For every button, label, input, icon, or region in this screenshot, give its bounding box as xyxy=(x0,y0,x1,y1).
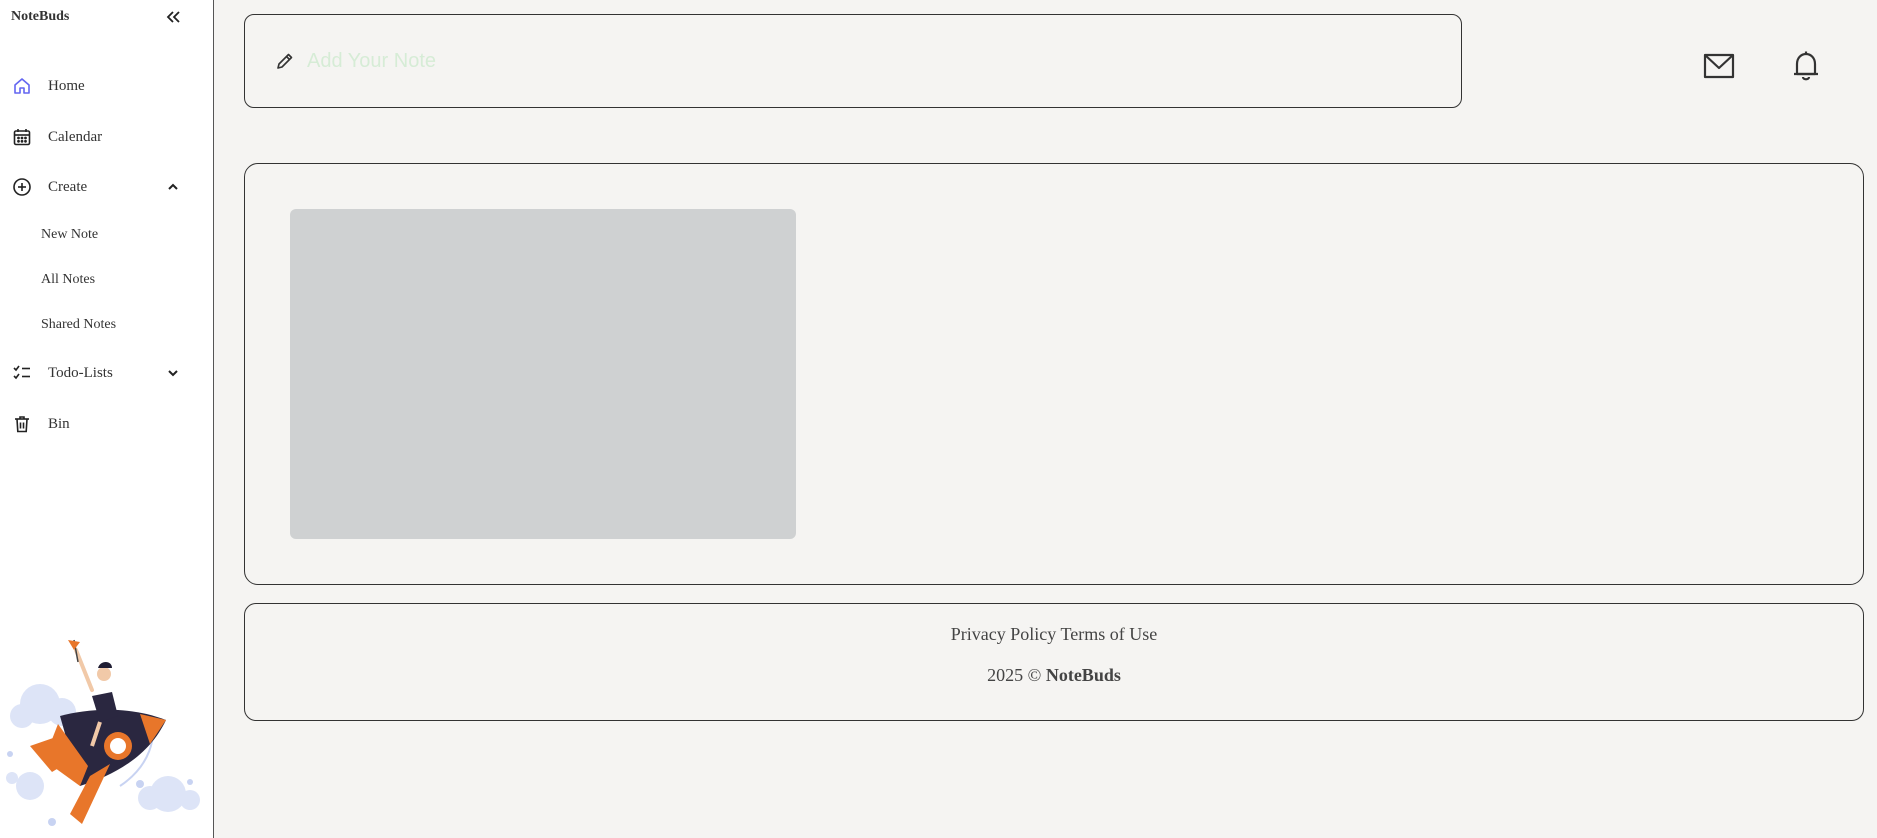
sidebar-item-label: Home xyxy=(48,77,85,94)
trash-icon xyxy=(11,413,33,435)
mail-button[interactable] xyxy=(1701,48,1737,84)
brand-logo[interactable]: NoteBuds xyxy=(11,9,69,25)
notifications-button[interactable] xyxy=(1788,48,1824,84)
footer-links: Privacy Policy Terms of Use xyxy=(245,624,1863,645)
add-note-bar xyxy=(244,14,1462,108)
footer: Privacy Policy Terms of Use 2025 © NoteB… xyxy=(244,603,1864,721)
bell-icon xyxy=(1794,51,1818,81)
sidebar-item-create[interactable]: Create xyxy=(0,169,214,205)
sidebar-item-label: Bin xyxy=(48,415,70,432)
sidebar-item-label: Create xyxy=(48,178,88,195)
collapse-sidebar-button[interactable] xyxy=(162,6,184,28)
double-chevron-left-icon xyxy=(166,11,180,23)
calendar-icon xyxy=(11,126,33,148)
rocket-illustration xyxy=(6,639,200,826)
notes-panel xyxy=(244,163,1864,585)
chevron-down-icon[interactable] xyxy=(163,363,183,383)
note-card-placeholder[interactable] xyxy=(290,209,796,539)
pencil-icon xyxy=(275,51,295,71)
add-note-input[interactable] xyxy=(307,43,1407,79)
sidebar-item-todo-lists[interactable]: Todo-Lists xyxy=(0,355,214,391)
sidebar-item-label: Calendar xyxy=(48,128,103,145)
sidebar-item-bin[interactable]: Bin xyxy=(0,406,214,442)
sidebar-item-home[interactable]: Home xyxy=(0,68,214,104)
sidebar-item-label: Todo-Lists xyxy=(48,364,113,381)
sidebar-subitem-shared-notes[interactable]: Shared Notes xyxy=(41,311,116,339)
copyright: 2025 © NoteBuds xyxy=(245,665,1863,686)
terms-of-use-link[interactable]: Terms of Use xyxy=(1060,624,1157,644)
sidebar: NoteBuds Home Calendar Create New Note A… xyxy=(0,0,214,838)
copyright-year: 2025 © xyxy=(987,665,1042,685)
sidebar-item-calendar[interactable]: Calendar xyxy=(0,119,214,155)
chevron-up-icon[interactable] xyxy=(163,177,183,197)
checklist-icon xyxy=(11,362,33,384)
privacy-policy-link[interactable]: Privacy Policy xyxy=(951,624,1057,644)
sidebar-subitem-new-note[interactable]: New Note xyxy=(41,221,98,249)
home-icon xyxy=(11,75,33,97)
mail-icon xyxy=(1703,53,1735,79)
plus-circle-icon xyxy=(11,176,33,198)
sidebar-subitem-all-notes[interactable]: All Notes xyxy=(41,266,95,294)
copyright-brand: NoteBuds xyxy=(1045,665,1121,685)
